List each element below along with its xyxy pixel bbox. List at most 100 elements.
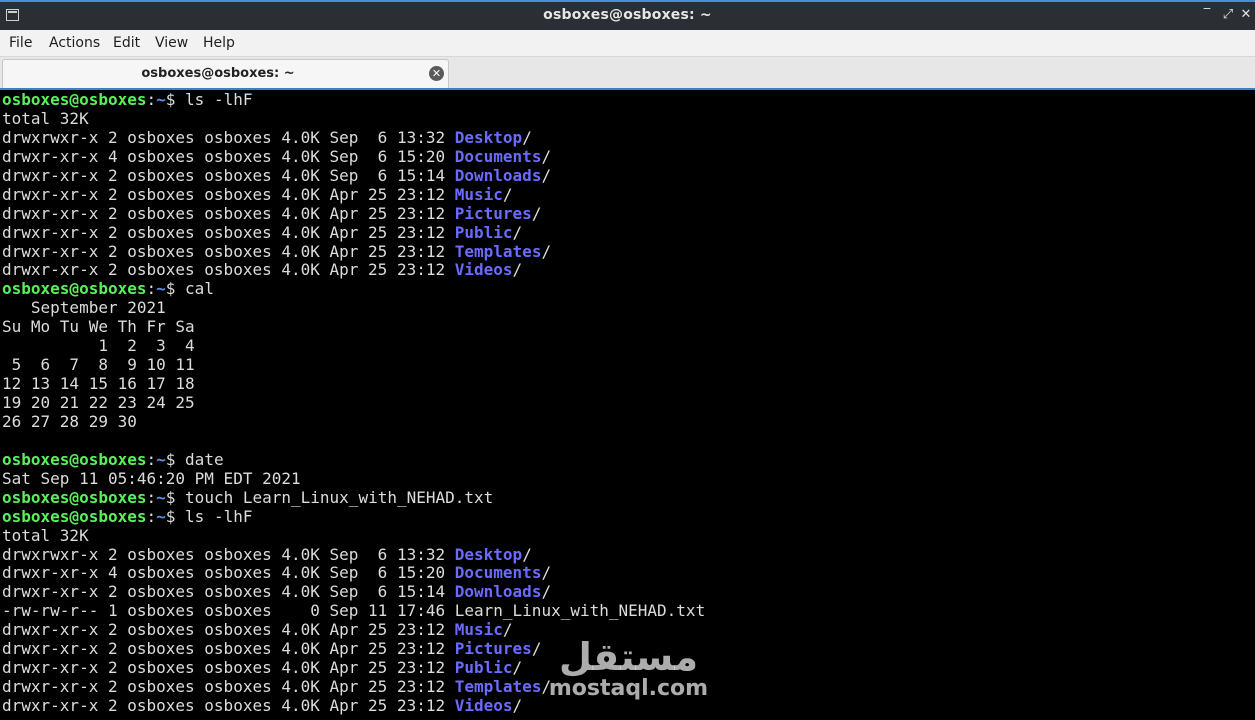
ls-entry-details: drwxr-xr-x 2 osboxes osboxes 4.0K Apr 25… (2, 203, 455, 223)
terminal-view[interactable]: osboxes@osboxes:~$ ls -lhF total 32K drwxr… (0, 88, 1255, 720)
directory-name: Videos (454, 696, 513, 715)
prompt-separator: : (146, 90, 157, 109)
ls-entry-details: drwxr-xr-x 2 osboxes osboxes 4.0K Apr 25… (2, 658, 455, 678)
directory-suffix: / (502, 620, 513, 640)
terminal-line: osboxes@osboxes:~$ date (2, 449, 1255, 470)
prompt-sign: $ (165, 449, 186, 469)
minimize-button[interactable]: ‾ (1198, 6, 1216, 24)
prompt-userhost: osboxes@osboxes (2, 506, 147, 526)
terminal-line: -rw-rw-r-- 1 osboxes osboxes 0 Sep 11 17… (2, 601, 1255, 621)
terminal-line: drwxr-xr-x 2 osboxes osboxes 4.0K Apr 25… (2, 222, 1255, 243)
prompt-userhost: osboxes@osboxes (2, 90, 147, 109)
terminal-line: Sat Sep 11 05:46:20 PM EDT 2021 (2, 468, 1255, 489)
terminal-line: drwxrwxr-x 2 osboxes osboxes 4.0K Sep 6 … (2, 128, 1255, 148)
output-text: 5 6 7 8 9 10 11 (2, 355, 195, 375)
terminal-line: drwxr-xr-x 2 osboxes osboxes 4.0K Apr 25… (2, 184, 1255, 205)
directory-suffix: / (502, 184, 513, 204)
directory-suffix: / (541, 165, 552, 185)
maximize-button[interactable]: ⤢ (1219, 6, 1237, 24)
directory-name: Downloads (454, 582, 542, 602)
menu-help[interactable]: Help (203, 35, 235, 51)
command-text: touch Learn_Linux_with_NEHAD.txt (185, 487, 494, 507)
output-text: total 32K (2, 108, 89, 128)
directory-suffix: / (531, 203, 542, 223)
directory-suffix: / (541, 146, 552, 166)
directory-suffix: / (512, 222, 523, 242)
command-text: ls -lhF (185, 90, 253, 109)
ls-entry-details: drwxr-xr-x 2 osboxes osboxes 4.0K Sep 6 … (2, 165, 455, 185)
menu-view[interactable]: View (155, 35, 188, 51)
terminal-line: Su Mo Tu We Th Fr Sa (2, 317, 1255, 337)
window-title: osboxes@osboxes: ~ (543, 7, 712, 23)
directory-name: Music (454, 620, 503, 640)
directory-suffix: / (512, 696, 523, 715)
terminal-line: 19 20 21 22 23 24 25 (2, 393, 1255, 413)
terminal-line: osboxes@osboxes:~$ ls -lhF (2, 506, 1255, 527)
prompt-userhost: osboxes@osboxes (2, 279, 147, 299)
directory-name: Public (454, 658, 513, 678)
terminal-output: osboxes@osboxes:~$ ls -lhF total 32K drwxr… (2, 90, 1255, 716)
ls-entry-details: drwxr-xr-x 4 osboxes osboxes 4.0K Sep 6 … (2, 146, 455, 166)
directory-name: Desktop (454, 544, 523, 564)
menu-edit[interactable]: Edit (113, 35, 140, 51)
prompt-sign: $ (165, 90, 186, 109)
directory-suffix: / (512, 658, 523, 678)
terminal-line: drwxr-xr-x 2 osboxes osboxes 4.0K Sep 6 … (2, 165, 1255, 186)
prompt-sign: $ (165, 487, 186, 507)
tab-label: osboxes@osboxes: ~ (141, 66, 295, 81)
prompt-sign: $ (165, 279, 186, 299)
prompt-separator: : (146, 487, 157, 507)
directory-name: Templates (454, 241, 542, 261)
prompt-path: ~ (156, 90, 166, 109)
output-text: 12 13 14 15 16 17 18 (2, 374, 195, 394)
terminal-line: 1 2 3 4 (2, 336, 1255, 356)
menu-actions[interactable]: Actions (49, 35, 100, 51)
ls-entry-details: drwxr-xr-x 2 osboxes osboxes 4.0K Apr 25… (2, 696, 455, 715)
directory-name: Public (454, 222, 513, 242)
command-text: date (185, 449, 224, 469)
terminal-line: total 32K (2, 108, 1255, 129)
prompt-sign: $ (165, 506, 186, 526)
prompt-path: ~ (156, 279, 166, 299)
close-tab-icon[interactable]: ✕ (429, 66, 444, 81)
directory-suffix: / (541, 582, 552, 602)
ls-entry-details: drwxr-xr-x 2 osboxes osboxes 4.0K Sep 6 … (2, 582, 455, 602)
terminal-line: drwxr-xr-x 2 osboxes osboxes 4.0K Apr 25… (2, 260, 1255, 280)
directory-suffix: / (541, 563, 552, 583)
terminal-line: drwxr-xr-x 2 osboxes osboxes 4.0K Apr 25… (2, 677, 1255, 697)
terminal-line: 26 27 28 29 30 (2, 412, 1255, 432)
prompt-separator: : (146, 449, 157, 469)
terminal-line: September 2021 (2, 298, 1255, 318)
directory-name: Music (454, 184, 503, 204)
prompt-path: ~ (156, 487, 166, 507)
directory-suffix: / (541, 677, 552, 697)
ls-entry-details: drwxr-xr-x 2 osboxes osboxes 4.0K Apr 25… (2, 222, 455, 242)
terminal-line: total 32K (2, 526, 1255, 546)
terminal-line: drwxr-xr-x 2 osboxes osboxes 4.0K Apr 25… (2, 658, 1255, 678)
window-titlebar[interactable]: osboxes@osboxes: ~ ‾ ⤢ ✕ (0, 0, 1255, 30)
directory-suffix: / (541, 241, 552, 261)
tab-terminal[interactable]: osboxes@osboxes: ~ ✕ (2, 59, 449, 88)
directory-suffix: / (522, 544, 532, 564)
menu-bar: File Actions Edit View Help (0, 30, 1255, 57)
terminal-line: drwxr-xr-x 4 osboxes osboxes 4.0K Sep 6 … (2, 146, 1255, 167)
prompt-userhost: osboxes@osboxes (2, 487, 147, 507)
command-text: cal (185, 279, 214, 299)
terminal-line: drwxr-xr-x 4 osboxes osboxes 4.0K Sep 6 … (2, 563, 1255, 583)
terminal-line: drwxr-xr-x 2 osboxes osboxes 4.0K Apr 25… (2, 241, 1255, 262)
output-text: Sat Sep 11 05:46:20 PM EDT 2021 (2, 468, 301, 488)
menu-file[interactable]: File (9, 35, 32, 51)
terminal-line: drwxrwxr-x 2 osboxes osboxes 4.0K Sep 6 … (2, 544, 1255, 565)
prompt-path: ~ (156, 506, 166, 526)
command-text: ls -lhF (185, 506, 253, 526)
tab-bar: osboxes@osboxes: ~ ✕ (0, 57, 1255, 88)
directory-name: Documents (454, 146, 542, 166)
terminal-line: drwxr-xr-x 2 osboxes osboxes 4.0K Apr 25… (2, 696, 1255, 716)
terminal-line: 12 13 14 15 16 17 18 (2, 374, 1255, 394)
terminal-line: osboxes@osboxes:~$ ls -lhF (2, 90, 1255, 110)
close-window-button[interactable]: ✕ (1237, 6, 1255, 24)
ls-entry-details: drwxr-xr-x 2 osboxes osboxes 4.0K Apr 25… (2, 639, 455, 659)
terminal-line: drwxr-xr-x 2 osboxes osboxes 4.0K Apr 25… (2, 639, 1255, 659)
directory-suffix: / (512, 260, 523, 280)
directory-name: Documents (454, 563, 542, 583)
